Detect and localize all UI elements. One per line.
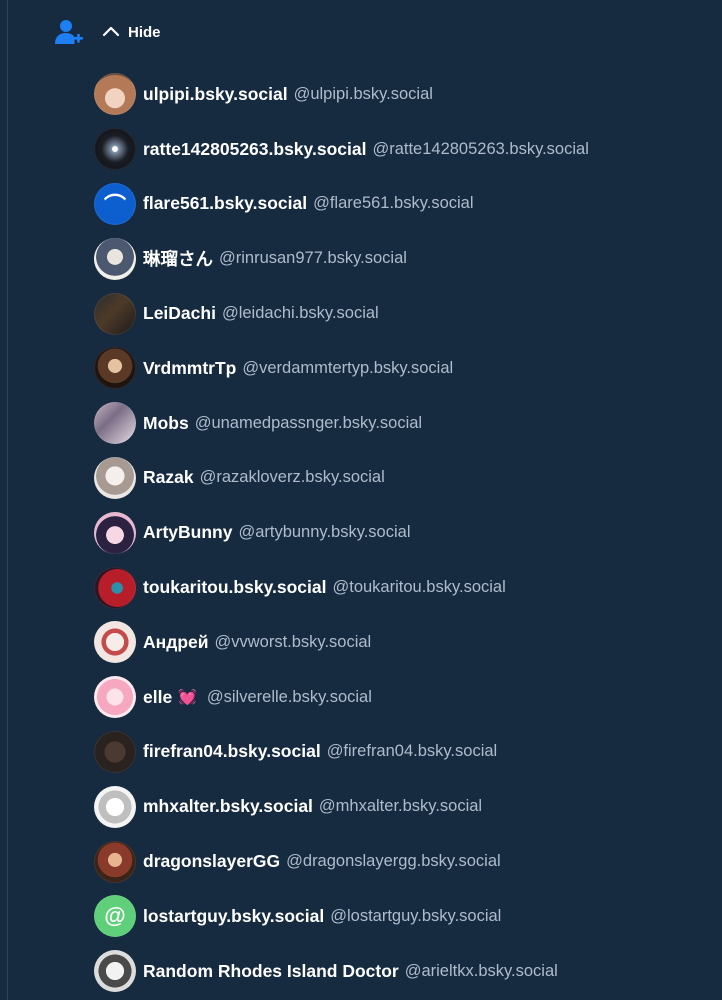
list-item[interactable]: @ lostartguy.bsky.social @lostartguy.bsky.… xyxy=(94,889,714,944)
list-item[interactable]: mhxalter.bsky.social @mhxalter.bsky.socia… xyxy=(94,779,714,834)
list-item[interactable]: firefran04.bsky.social @firefran04.bsky.s… xyxy=(94,725,714,780)
chevron-up-icon xyxy=(102,23,120,41)
display-name[interactable]: firefran04.bsky.social xyxy=(143,741,321,762)
user-handle[interactable]: @firefran04.bsky.social xyxy=(327,742,498,761)
list-item[interactable]: Mobs @unamedpassnger.bsky.social xyxy=(94,396,714,451)
list-item[interactable]: LeiDachi @leidachi.bsky.social xyxy=(94,286,714,341)
display-name[interactable]: LeiDachi xyxy=(143,303,216,324)
list-item[interactable]: Random Rhodes Island Doctor @arieltkx.bsk… xyxy=(94,944,714,999)
display-name[interactable]: elle xyxy=(143,687,172,708)
display-name[interactable]: flare561.bsky.social xyxy=(143,193,307,214)
list-item[interactable]: Razak @razakloverz.bsky.social xyxy=(94,451,714,506)
follow-suggestions-panel: Hide ulpipi.bsky.social @ulpipi.bsky.soci… xyxy=(7,0,722,1000)
list-item[interactable]: Андрей @vvworst.bsky.social xyxy=(94,615,714,670)
user-handle[interactable]: @toukaritou.bsky.social xyxy=(332,578,505,597)
avatar[interactable] xyxy=(94,128,136,171)
display-name[interactable]: toukaritou.bsky.social xyxy=(143,577,326,598)
avatar[interactable] xyxy=(94,730,136,773)
display-name[interactable]: ArtyBunny xyxy=(143,522,232,543)
list-item[interactable]: toukaritou.bsky.social @toukaritou.bsky.s… xyxy=(94,560,714,615)
avatar[interactable] xyxy=(94,840,136,883)
display-name[interactable]: Razak xyxy=(143,467,194,488)
avatar[interactable] xyxy=(94,347,136,390)
user-handle[interactable]: @vvworst.bsky.social xyxy=(215,633,372,652)
suggestions-header: Hide xyxy=(54,14,161,50)
list-item[interactable]: ulpipi.bsky.social @ulpipi.bsky.social xyxy=(94,67,714,122)
display-name[interactable]: ratte142805263.bsky.social xyxy=(143,139,366,160)
list-item[interactable]: elle 💓 @silverelle.bsky.social xyxy=(94,670,714,725)
avatar[interactable]: ⌒ xyxy=(94,182,136,225)
avatar[interactable] xyxy=(94,511,136,554)
hide-toggle-button[interactable]: Hide xyxy=(102,23,161,41)
suggested-users-list: ulpipi.bsky.social @ulpipi.bsky.social rat… xyxy=(94,67,714,999)
user-handle[interactable]: @mhxalter.bsky.social xyxy=(319,797,482,816)
avatar[interactable] xyxy=(94,402,136,445)
avatar[interactable] xyxy=(94,950,136,993)
display-name[interactable]: VrdmmtrTp xyxy=(143,358,236,379)
avatar[interactable] xyxy=(94,237,136,280)
list-item[interactable]: ⌒ flare561.bsky.social @flare561.bsky.soci… xyxy=(94,177,714,232)
display-name[interactable]: ulpipi.bsky.social xyxy=(143,84,288,105)
hide-label: Hide xyxy=(128,23,161,41)
avatar-glyph: ⌒ xyxy=(103,192,126,218)
user-handle[interactable]: @dragonslayergg.bsky.social xyxy=(286,852,501,871)
avatar-glyph: @ xyxy=(104,903,126,929)
display-name[interactable]: mhxalter.bsky.social xyxy=(143,796,313,817)
list-item[interactable]: 琳瑠さん @rinrusan977.bsky.social xyxy=(94,231,714,286)
add-user-icon[interactable] xyxy=(54,17,84,47)
avatar[interactable] xyxy=(94,456,136,499)
user-handle[interactable]: @flare561.bsky.social xyxy=(313,194,473,213)
display-name[interactable]: 琳瑠さん xyxy=(143,246,213,271)
user-handle[interactable]: @arieltkx.bsky.social xyxy=(405,962,558,981)
list-item[interactable]: VrdmmtrTp @verdammtertyp.bsky.social xyxy=(94,341,714,396)
display-name[interactable]: lostartguy.bsky.social xyxy=(143,906,324,927)
display-name[interactable]: dragonslayerGG xyxy=(143,851,280,872)
avatar[interactable] xyxy=(94,676,136,719)
display-name[interactable]: Андрей xyxy=(143,632,209,653)
user-handle[interactable]: @unamedpassnger.bsky.social xyxy=(195,414,422,433)
user-handle[interactable]: @ratte142805263.bsky.social xyxy=(372,140,588,159)
avatar[interactable] xyxy=(94,785,136,828)
list-item[interactable]: ratte142805263.bsky.social @ratte14280526… xyxy=(94,122,714,177)
user-handle[interactable]: @silverelle.bsky.social xyxy=(207,688,372,707)
avatar[interactable]: @ xyxy=(94,895,136,938)
avatar[interactable] xyxy=(94,292,136,335)
avatar[interactable] xyxy=(94,73,136,116)
avatar[interactable] xyxy=(94,566,136,609)
user-handle[interactable]: @lostartguy.bsky.social xyxy=(330,907,501,926)
list-item[interactable]: dragonslayerGG @dragonslayergg.bsky.socia… xyxy=(94,834,714,889)
user-handle[interactable]: @verdammtertyp.bsky.social xyxy=(242,359,453,378)
display-name[interactable]: Mobs xyxy=(143,413,189,434)
user-handle[interactable]: @leidachi.bsky.social xyxy=(222,304,379,323)
heart-icon: 💓 xyxy=(178,689,197,707)
user-handle[interactable]: @rinrusan977.bsky.social xyxy=(219,249,407,268)
user-handle[interactable]: @artybunny.bsky.social xyxy=(238,523,410,542)
display-name[interactable]: Random Rhodes Island Doctor xyxy=(143,961,399,982)
avatar[interactable] xyxy=(94,621,136,664)
user-handle[interactable]: @razakloverz.bsky.social xyxy=(200,468,385,487)
user-handle[interactable]: @ulpipi.bsky.social xyxy=(294,85,433,104)
list-item[interactable]: ArtyBunny @artybunny.bsky.social xyxy=(94,505,714,560)
